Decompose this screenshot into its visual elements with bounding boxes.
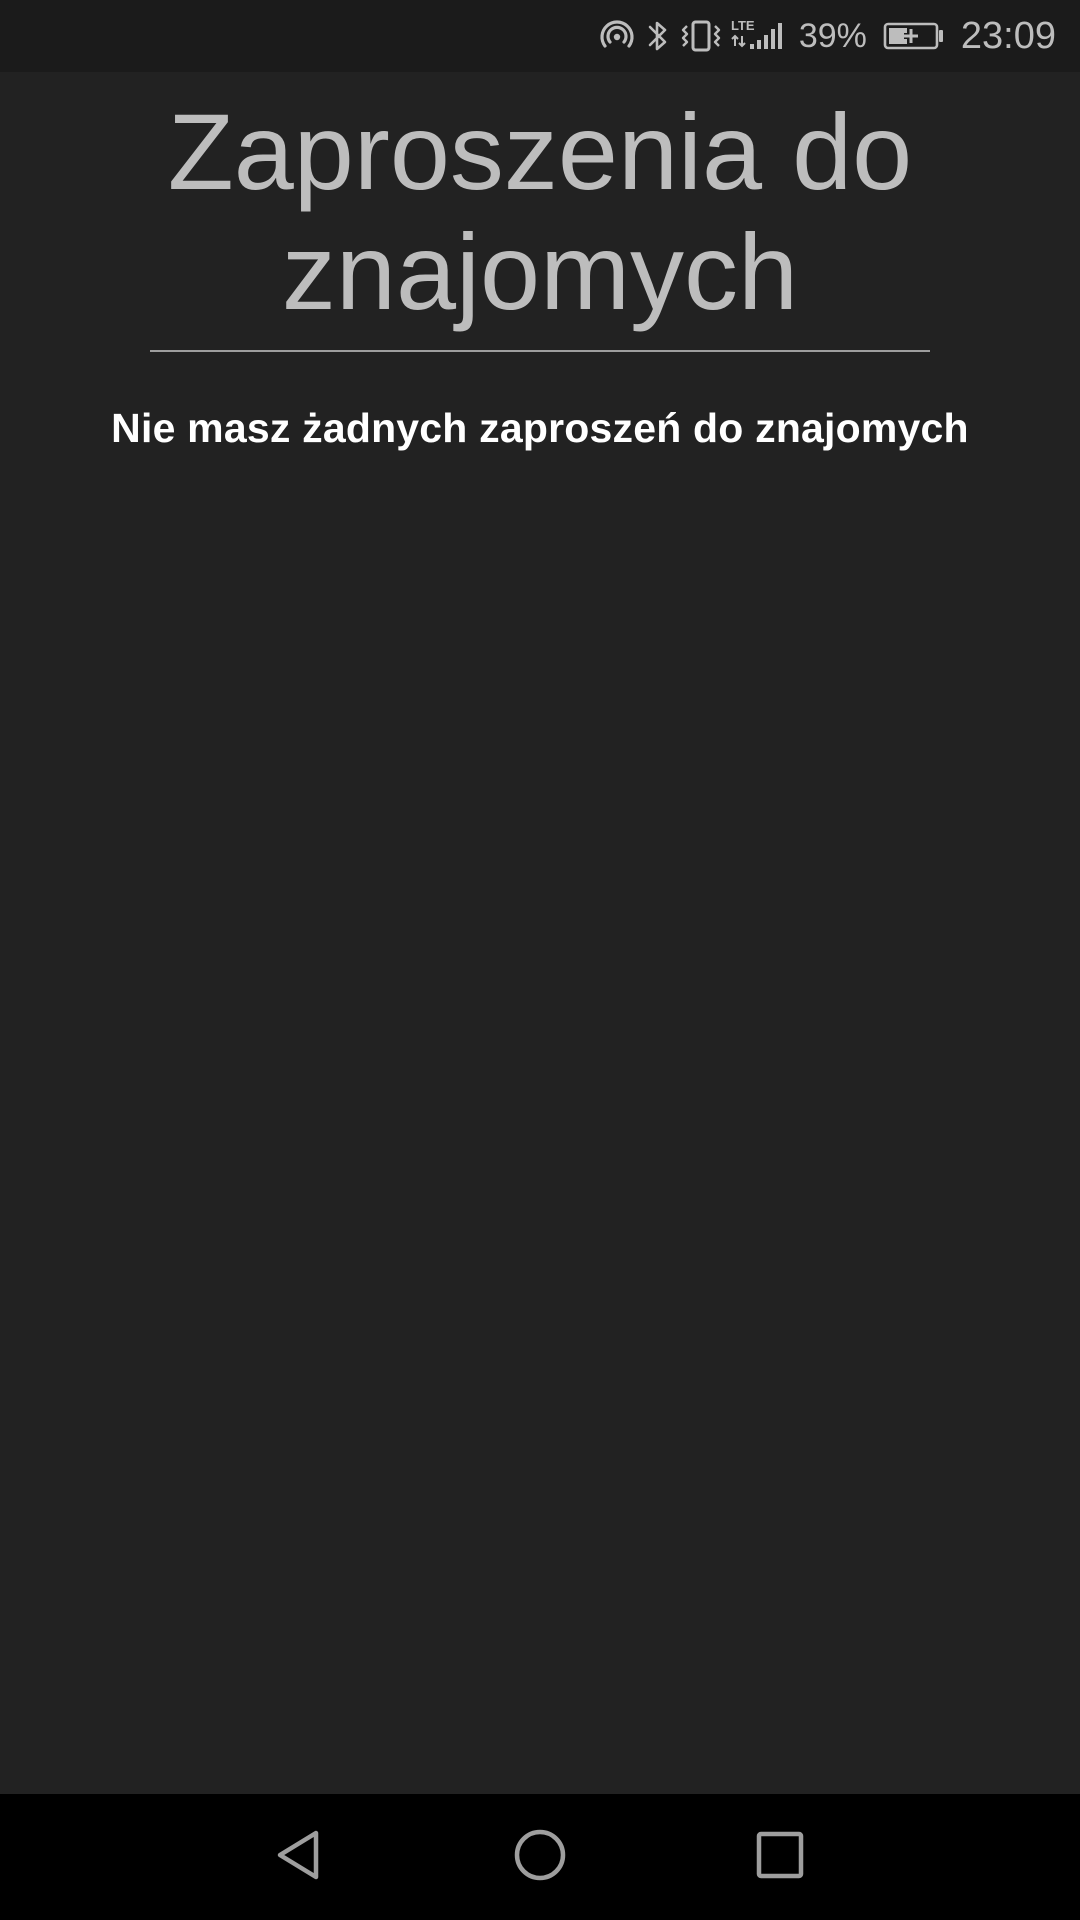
recents-button[interactable] — [700, 1794, 860, 1920]
home-icon — [512, 1827, 568, 1888]
empty-invitations-message: Nie masz żadnych zaproszeń do znajomych — [111, 405, 969, 451]
bluetooth-icon — [645, 16, 671, 56]
battery-percent: 39% — [798, 16, 867, 55]
screen: LTE 39% 23:09 Zaproszenia do znajomych N… — [0, 0, 1080, 1920]
back-button[interactable] — [220, 1794, 380, 1920]
vibrate-icon — [679, 16, 723, 56]
home-button[interactable] — [460, 1794, 620, 1920]
back-icon — [272, 1827, 328, 1888]
lte-signal-icon: LTE — [731, 16, 789, 56]
svg-text:LTE: LTE — [731, 18, 755, 33]
recents-icon — [752, 1827, 808, 1888]
status-icons: LTE 39% 23:09 — [597, 0, 1056, 72]
title-divider — [150, 350, 930, 352]
battery-charging-icon — [883, 16, 945, 56]
hotspot-icon — [597, 16, 637, 56]
navigation-bar — [0, 1794, 1080, 1920]
page-title: Zaproszenia do znajomych — [167, 91, 913, 332]
clock: 23:09 — [960, 14, 1056, 57]
status-bar: LTE 39% 23:09 — [0, 0, 1080, 72]
